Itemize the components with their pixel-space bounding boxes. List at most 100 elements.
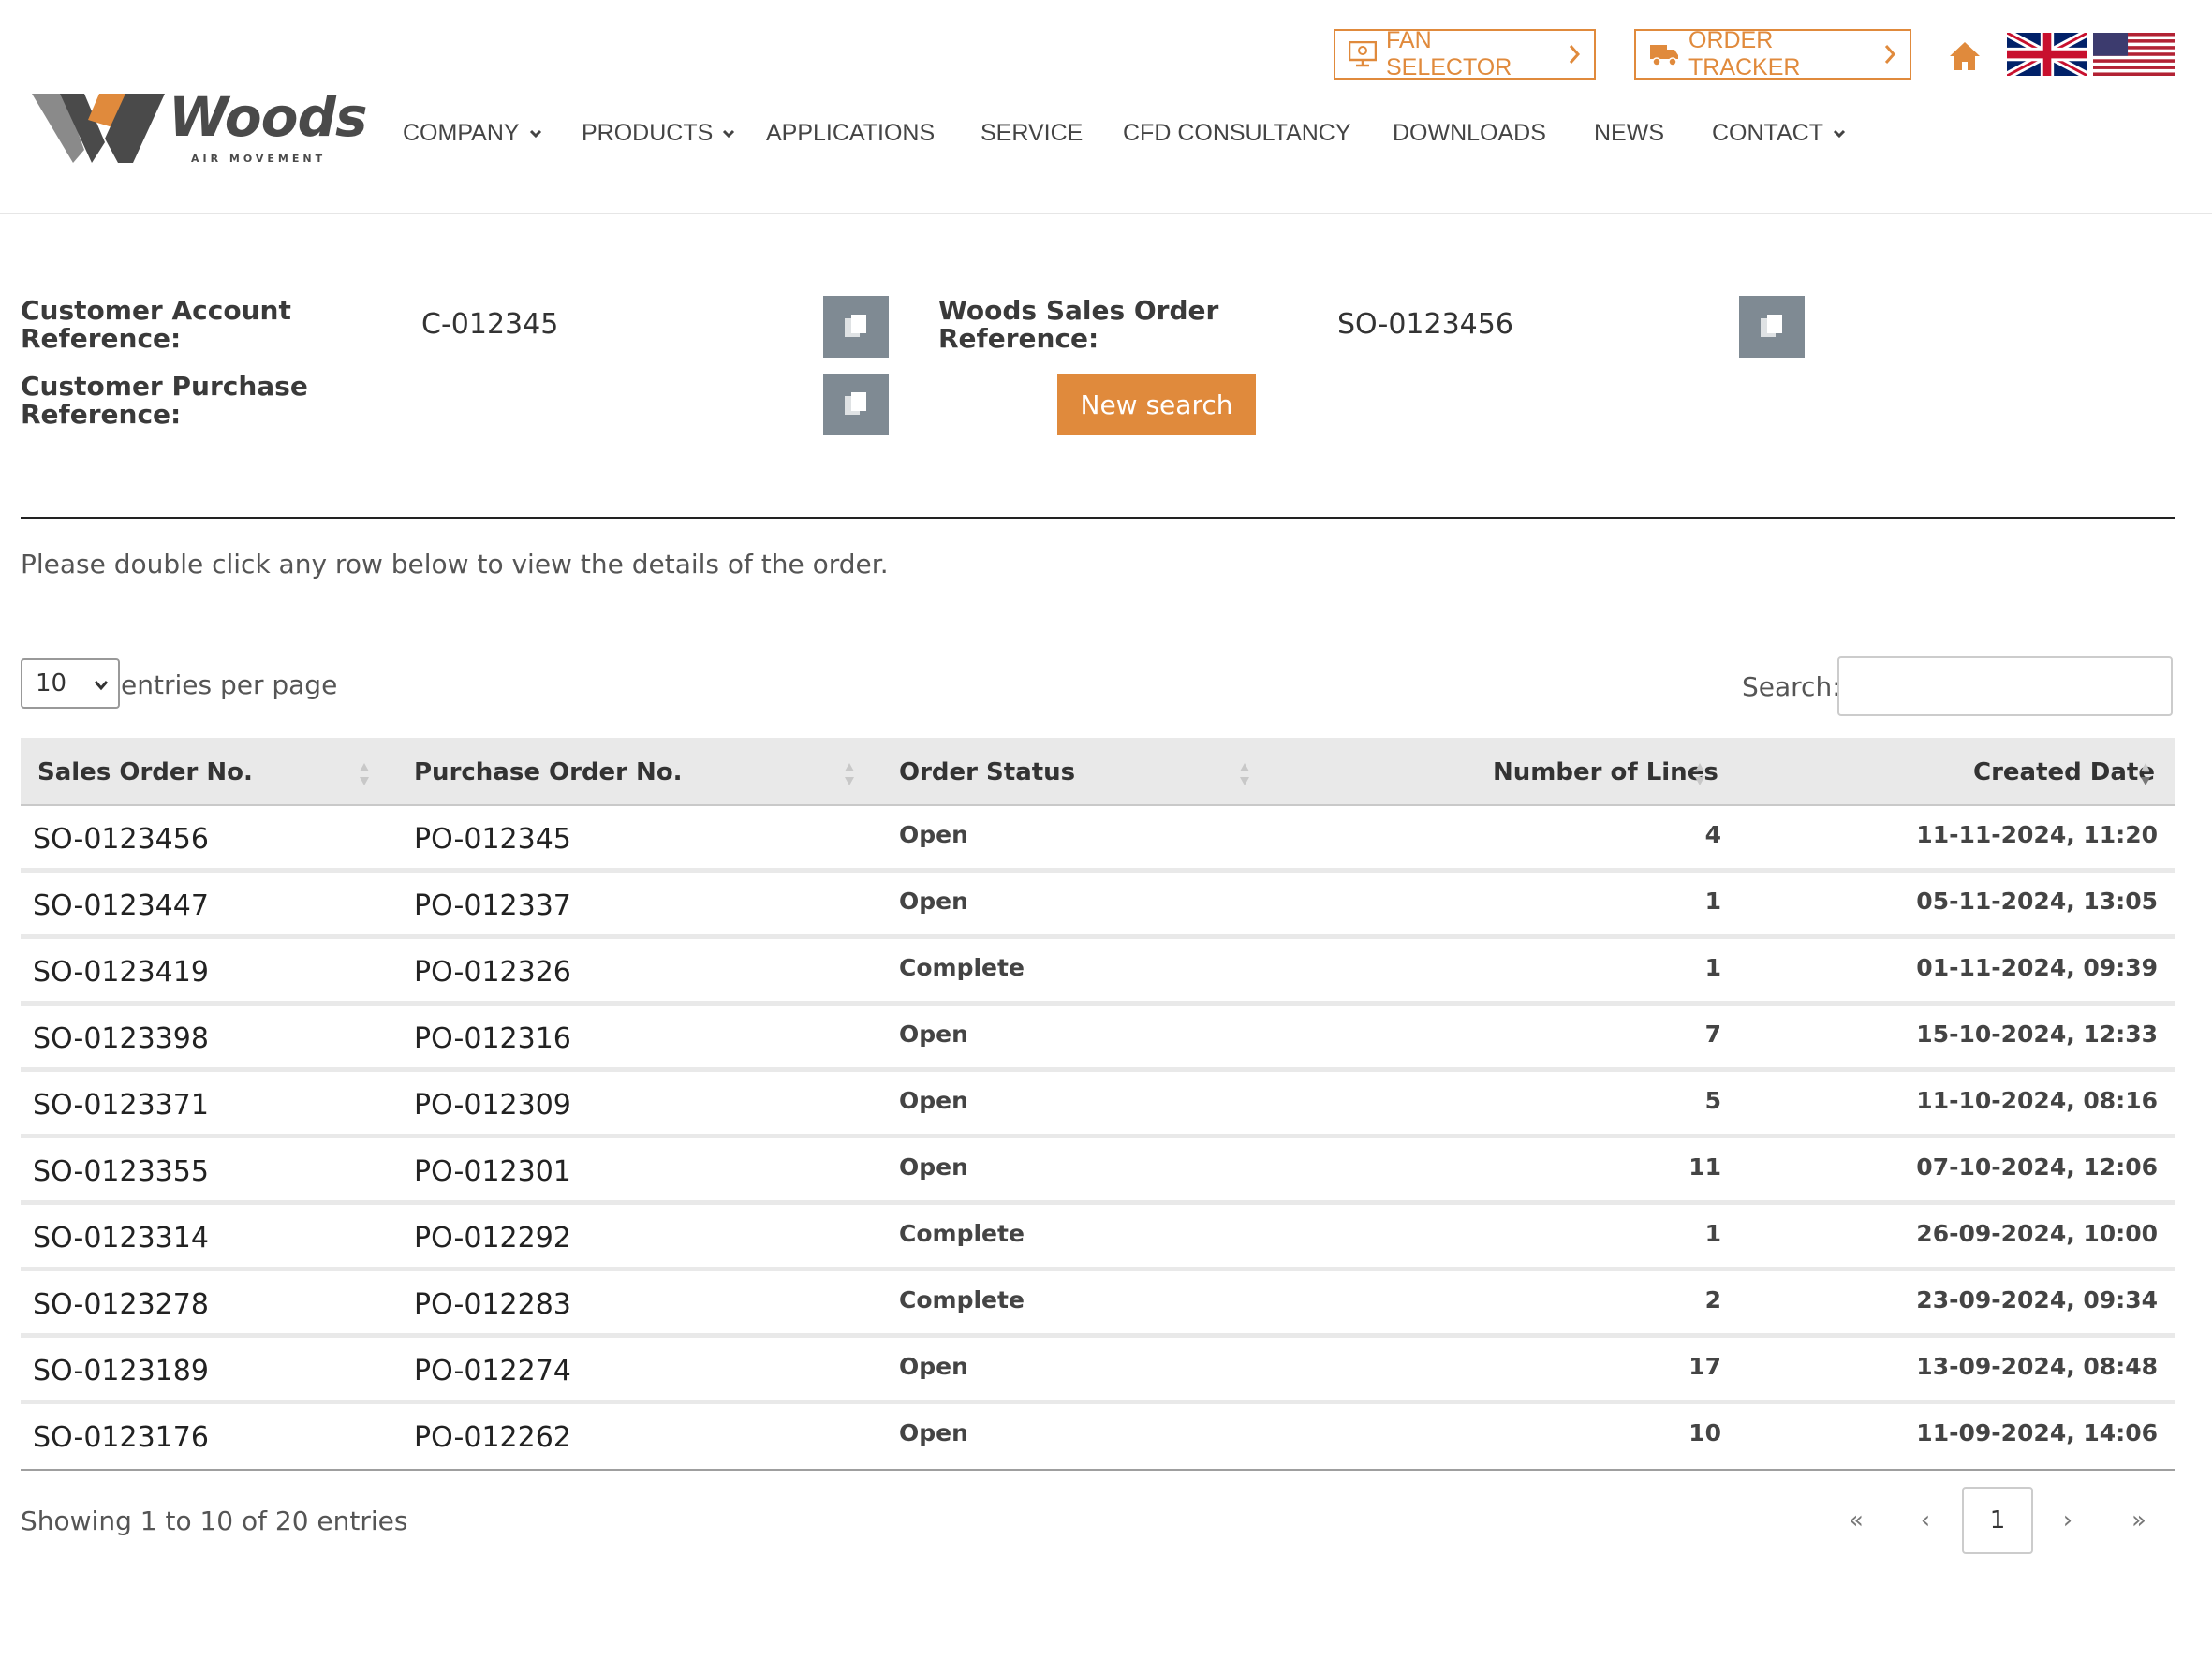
site-header: Woods AIR MOVEMENT FAN SELECTOR ORDER TR… bbox=[0, 0, 2212, 214]
header-order-status[interactable]: Order Status bbox=[899, 738, 1075, 806]
copy-sales-order-button[interactable] bbox=[1739, 296, 1805, 358]
table-row[interactable]: SO-0123278 PO-012283 Complete 2 23-09-20… bbox=[21, 1271, 2175, 1338]
cell-number-of-lines: 17 bbox=[1688, 1353, 1721, 1380]
nav-service-label: SERVICE bbox=[981, 120, 1084, 146]
sales-order-label: Woods Sales Order Reference: bbox=[938, 295, 1219, 354]
cell-order-status: Open bbox=[899, 821, 968, 848]
pagination-next[interactable]: › bbox=[2034, 1487, 2101, 1554]
chevron-down-icon bbox=[94, 681, 109, 691]
nav-contact-label: CONTACT bbox=[1712, 120, 1823, 146]
sort-icon bbox=[360, 763, 369, 785]
table-row[interactable]: SO-0123456 PO-012345 Open 4 11-11-2024, … bbox=[21, 806, 2175, 873]
nav-products-label: PRODUCTS bbox=[582, 120, 714, 146]
nav-company[interactable]: COMPANY bbox=[403, 120, 542, 147]
copy-icon bbox=[845, 392, 866, 415]
pagination-last[interactable]: » bbox=[2105, 1487, 2173, 1554]
cell-created-date: 05-11-2024, 13:05 bbox=[1916, 888, 2158, 915]
sort-icon bbox=[1240, 763, 1249, 785]
new-search-button[interactable]: New search bbox=[1057, 374, 1256, 435]
cell-purchase-order: PO-012292 bbox=[414, 1222, 571, 1255]
nav-applications[interactable]: APPLICATIONS bbox=[766, 120, 935, 147]
cell-purchase-order: PO-012301 bbox=[414, 1155, 571, 1188]
cell-order-status: Complete bbox=[899, 1286, 1025, 1314]
cell-order-status: Open bbox=[899, 1020, 968, 1048]
nav-products[interactable]: PRODUCTS bbox=[582, 120, 735, 147]
chevron-right-icon bbox=[1884, 45, 1896, 64]
orders-table: Sales Order No. Purchase Order No. Order… bbox=[21, 738, 2175, 1471]
customer-account-value: C-012345 bbox=[421, 308, 559, 341]
section-divider bbox=[21, 517, 2175, 519]
entries-per-page-label: entries per page bbox=[121, 669, 338, 700]
us-flag-icon[interactable] bbox=[2093, 33, 2175, 76]
order-tracker-label: ORDER TRACKER bbox=[1688, 27, 1801, 81]
cell-purchase-order: PO-012337 bbox=[414, 889, 571, 922]
pagination-previous[interactable]: ‹ bbox=[1892, 1487, 1959, 1554]
table-row[interactable]: SO-0123371 PO-012309 Open 5 11-10-2024, … bbox=[21, 1072, 2175, 1138]
search-input[interactable] bbox=[1837, 656, 2173, 716]
cell-purchase-order: PO-012274 bbox=[414, 1355, 571, 1387]
fan-selector-label: FAN SELECTOR bbox=[1386, 27, 1512, 81]
pagination-page-1[interactable]: 1 bbox=[1962, 1487, 2033, 1554]
sales-order-value: SO-0123456 bbox=[1337, 308, 1513, 341]
customer-purchase-label: Customer Purchase Reference: bbox=[21, 371, 308, 430]
uk-flag-icon[interactable] bbox=[2007, 33, 2087, 76]
copy-icon bbox=[1761, 315, 1782, 337]
table-row[interactable]: SO-0123314 PO-012292 Complete 1 26-09-20… bbox=[21, 1205, 2175, 1271]
cell-number-of-lines: 1 bbox=[1704, 954, 1721, 981]
monitor-icon bbox=[1349, 41, 1377, 67]
table-row[interactable]: SO-0123355 PO-012301 Open 11 07-10-2024,… bbox=[21, 1138, 2175, 1205]
cell-created-date: 01-11-2024, 09:39 bbox=[1916, 954, 2158, 981]
chevron-down-icon bbox=[529, 129, 541, 138]
entries-per-page-select[interactable]: 10 bbox=[21, 658, 120, 709]
header-sales-order[interactable]: Sales Order No. bbox=[37, 738, 253, 806]
table-row[interactable]: SO-0123447 PO-012337 Open 1 05-11-2024, … bbox=[21, 873, 2175, 939]
table-row[interactable]: SO-0123176 PO-012262 Open 10 11-09-2024,… bbox=[21, 1404, 2175, 1471]
pagination-first[interactable]: « bbox=[1822, 1487, 1890, 1554]
cell-sales-order: SO-0123456 bbox=[33, 823, 209, 856]
cell-created-date: 15-10-2024, 12:33 bbox=[1916, 1020, 2158, 1048]
cell-sales-order: SO-0123314 bbox=[33, 1222, 209, 1255]
table-row[interactable]: SO-0123398 PO-012316 Open 7 15-10-2024, … bbox=[21, 1006, 2175, 1072]
cell-sales-order: SO-0123398 bbox=[33, 1022, 209, 1055]
cell-purchase-order: PO-012345 bbox=[414, 823, 571, 856]
customer-account-label: Customer Account Reference: bbox=[21, 295, 291, 354]
sort-desc-icon bbox=[2141, 763, 2150, 785]
nav-contact[interactable]: CONTACT bbox=[1712, 120, 1846, 147]
cell-sales-order: SO-0123278 bbox=[33, 1288, 209, 1321]
nav-news[interactable]: NEWS bbox=[1594, 120, 1664, 147]
cell-sales-order: SO-0123355 bbox=[33, 1155, 209, 1188]
fan-selector-button[interactable]: FAN SELECTOR bbox=[1334, 27, 1596, 81]
truck-icon bbox=[1650, 45, 1678, 66]
chevron-down-icon bbox=[723, 129, 735, 138]
nav-service[interactable]: SERVICE bbox=[981, 120, 1083, 147]
table-row[interactable]: SO-0123189 PO-012274 Open 17 13-09-2024,… bbox=[21, 1338, 2175, 1404]
header-purchase-order[interactable]: Purchase Order No. bbox=[414, 738, 683, 806]
cell-sales-order: SO-0123419 bbox=[33, 956, 209, 989]
cell-created-date: 11-09-2024, 14:06 bbox=[1916, 1419, 2158, 1446]
home-icon[interactable] bbox=[1948, 39, 1982, 73]
cell-purchase-order: PO-012283 bbox=[414, 1288, 571, 1321]
showing-entries-info: Showing 1 to 10 of 20 entries bbox=[21, 1505, 408, 1536]
cell-sales-order: SO-0123447 bbox=[33, 889, 209, 922]
cell-number-of-lines: 5 bbox=[1704, 1087, 1721, 1114]
order-tracker-button[interactable]: ORDER TRACKER bbox=[1634, 27, 1911, 81]
cell-number-of-lines: 1 bbox=[1704, 888, 1721, 915]
nav-downloads[interactable]: DOWNLOADS bbox=[1393, 120, 1546, 147]
table-header: Sales Order No. Purchase Order No. Order… bbox=[21, 738, 2175, 806]
copy-customer-account-button[interactable] bbox=[823, 296, 889, 358]
table-hint: Please double click any row below to vie… bbox=[21, 549, 889, 580]
table-row[interactable]: SO-0123419 PO-012326 Complete 1 01-11-20… bbox=[21, 939, 2175, 1006]
cell-order-status: Open bbox=[899, 1419, 968, 1446]
nav-news-label: NEWS bbox=[1594, 120, 1664, 146]
header-number-of-lines[interactable]: Number of Lines bbox=[1493, 738, 1718, 806]
nav-company-label: COMPANY bbox=[403, 120, 520, 146]
cell-created-date: 23-09-2024, 09:34 bbox=[1916, 1286, 2158, 1314]
header-created-date[interactable]: Created Date bbox=[1973, 738, 2155, 806]
entries-per-page-value: 10 bbox=[36, 669, 67, 697]
search-label: Search: bbox=[1742, 671, 1841, 702]
cell-order-status: Open bbox=[899, 1153, 968, 1181]
cell-order-status: Open bbox=[899, 1087, 968, 1114]
copy-customer-purchase-button[interactable] bbox=[823, 374, 889, 435]
nav-cfd-consultancy[interactable]: CFD CONSULTANCY bbox=[1123, 120, 1351, 147]
nav-applications-label: APPLICATIONS bbox=[766, 120, 936, 146]
